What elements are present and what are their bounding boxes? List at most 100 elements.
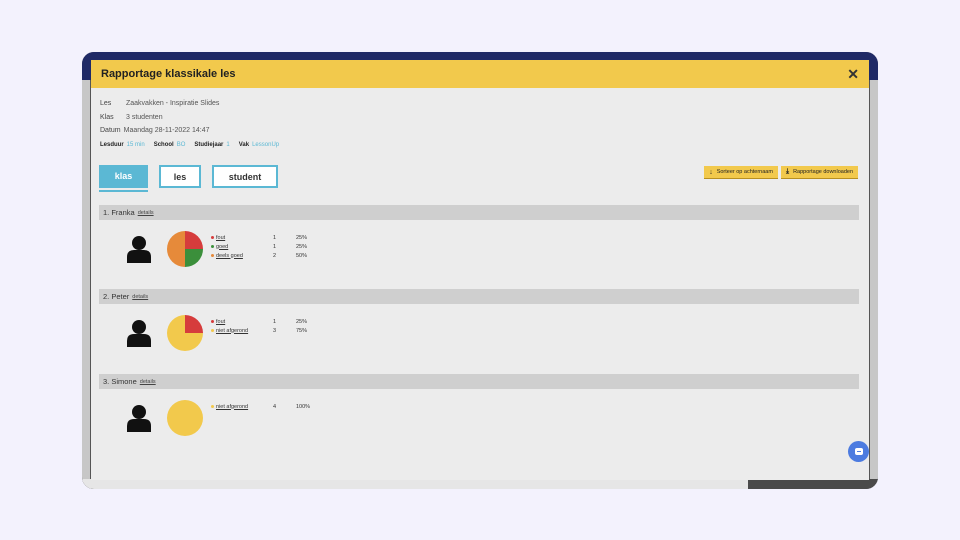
meta-vak-label: Vak xyxy=(238,142,250,148)
meta-vak-value: LessonUp xyxy=(252,142,280,148)
legend-row: niet afgerond 4 100% xyxy=(211,402,316,411)
legend-count: 3 xyxy=(273,327,277,334)
lesson-meta: Les Zaakvakken - Inspiratie Slides Klas … xyxy=(100,97,219,138)
result-pie-chart xyxy=(167,315,203,351)
legend-count: 2 xyxy=(273,252,277,259)
meta-studiejaar: Studiejaar 1 xyxy=(194,142,229,148)
legend-label-link[interactable]: niet afgerond xyxy=(216,328,273,334)
result-pie-chart xyxy=(167,400,203,436)
result-legend: niet afgerond 4 100% xyxy=(211,402,316,411)
meta-datum-label: Datum xyxy=(100,127,121,135)
meta-studiejaar-label: Studiejaar xyxy=(194,142,224,148)
legend-label-link[interactable]: fout xyxy=(216,319,273,325)
legend-count: 1 xyxy=(273,243,277,250)
student-header: 3. Simone details xyxy=(99,374,859,389)
pie-slice xyxy=(167,231,185,267)
report-actions: ↓ Sorteer op achternaam ⤓ Rapportage dow… xyxy=(704,166,858,179)
sort-by-lastname-button[interactable]: ↓ Sorteer op achternaam xyxy=(704,166,778,179)
arrow-down-icon: ↓ xyxy=(709,168,713,176)
legend-percentage: 25% xyxy=(296,243,308,250)
student-section: 1. Franka details fout 1 25% goed 1 25% deels go… xyxy=(99,205,859,290)
meta-school-label: School xyxy=(153,142,174,148)
legend-percentage: 100% xyxy=(296,403,311,410)
pie-slice xyxy=(185,249,203,267)
pie-slice xyxy=(185,231,203,249)
legend-dot-icon xyxy=(211,236,214,239)
student-header: 2. Peter details xyxy=(99,289,859,304)
meta-school: School BO xyxy=(154,142,186,148)
report-tabs: klas les student xyxy=(99,165,278,188)
student-section: 3. Simone details niet afgerond 4 100% xyxy=(99,374,859,459)
legend-dot-icon xyxy=(211,320,214,323)
legend-label-link[interactable]: goed xyxy=(216,244,273,250)
result-legend: fout 1 25% niet afgerond 3 75% xyxy=(211,317,316,335)
legend-label-link[interactable]: deels goed xyxy=(216,253,273,259)
app-right-edge xyxy=(870,80,878,479)
meta-lesduur: Lesduur 15 min xyxy=(100,142,145,148)
student-name: 3. Simone xyxy=(103,377,137,386)
student-name: 1. Franka xyxy=(103,208,135,217)
legend-count: 1 xyxy=(273,234,277,241)
legend-percentage: 50% xyxy=(296,252,308,259)
legend-label-link[interactable]: niet afgerond xyxy=(216,404,273,410)
meta-datum: Datum Maandag 28-11-2022 14:47 xyxy=(100,124,219,138)
pie-slice xyxy=(185,315,203,333)
meta-lesduur-value: 15 min xyxy=(126,142,145,148)
user-avatar-icon xyxy=(127,405,151,432)
tab-les[interactable]: les xyxy=(159,165,201,188)
student-section: 2. Peter details fout 1 25% niet afgerond 3 75% xyxy=(99,289,859,374)
student-details-link[interactable]: details xyxy=(132,294,148,300)
download-button-label: Rapportage downloaden xyxy=(793,169,853,175)
student-result-body: fout 1 25% niet afgerond 3 75% xyxy=(99,304,859,374)
meta-school-value: BO xyxy=(176,142,186,148)
legend-percentage: 25% xyxy=(296,318,308,325)
download-report-button[interactable]: ⤓ Rapportage downloaden xyxy=(780,166,858,179)
legend-row: niet afgerond 3 75% xyxy=(211,326,316,335)
user-avatar-icon xyxy=(127,320,151,347)
active-tab-indicator xyxy=(99,190,148,192)
pie-slice xyxy=(167,400,203,436)
legend-dot-icon xyxy=(211,329,214,332)
meta-studiejaar-value: 1 xyxy=(226,142,230,148)
student-details-link[interactable]: details xyxy=(138,210,154,216)
meta-lesduur-label: Lesduur xyxy=(100,142,124,148)
app-left-edge xyxy=(82,80,90,479)
modal-header: Rapportage klassikale les ✕ xyxy=(91,60,869,88)
meta-les: Les Zaakvakken - Inspiratie Slides xyxy=(100,97,219,111)
download-icon: ⤓ xyxy=(785,168,790,175)
tab-klas[interactable]: klas xyxy=(99,165,148,188)
app-bottom-strip xyxy=(82,479,748,489)
close-icon[interactable]: ✕ xyxy=(847,67,859,81)
legend-dot-icon xyxy=(211,245,214,248)
lesson-meta-inline: Lesduur 15 min School BO Studiejaar 1 Vak Le… xyxy=(100,142,279,148)
legend-row: fout 1 25% xyxy=(211,317,316,326)
user-avatar-icon xyxy=(127,236,151,263)
chat-button[interactable] xyxy=(848,441,869,462)
student-result-body: niet afgerond 4 100% xyxy=(99,389,859,459)
student-result-body: fout 1 25% goed 1 25% deels goed 2 50% xyxy=(99,220,859,290)
report-modal: Rapportage klassikale les ✕ Les Zaakvakk… xyxy=(91,60,869,480)
legend-row: deels goed 2 50% xyxy=(211,251,316,260)
meta-datum-value: Maandag 28-11-2022 14:47 xyxy=(123,127,210,135)
meta-vak: Vak LessonUp xyxy=(239,142,279,148)
tab-student[interactable]: student xyxy=(212,165,278,188)
legend-count: 4 xyxy=(273,403,277,410)
legend-label-link[interactable]: fout xyxy=(216,235,273,241)
meta-les-value: Zaakvakken - Inspiratie Slides xyxy=(126,100,220,108)
meta-klas-value: 3 studenten xyxy=(126,113,163,121)
result-legend: fout 1 25% goed 1 25% deels goed 2 50% xyxy=(211,233,316,260)
modal-title: Rapportage klassikale les xyxy=(101,68,236,80)
legend-dot-icon xyxy=(211,405,214,408)
legend-percentage: 75% xyxy=(296,327,308,334)
meta-les-label: Les xyxy=(100,100,112,108)
chat-icon xyxy=(854,447,863,455)
student-details-link[interactable]: details xyxy=(140,379,156,385)
legend-row: fout 1 25% xyxy=(211,233,316,242)
result-pie-chart xyxy=(167,231,203,267)
legend-row: goed 1 25% xyxy=(211,242,316,251)
student-name: 2. Peter xyxy=(103,292,130,301)
legend-count: 1 xyxy=(273,318,277,325)
sort-button-label: Sorteer op achternaam xyxy=(716,169,773,175)
legend-percentage: 25% xyxy=(296,234,308,241)
meta-klas-label: Klas xyxy=(100,113,114,121)
